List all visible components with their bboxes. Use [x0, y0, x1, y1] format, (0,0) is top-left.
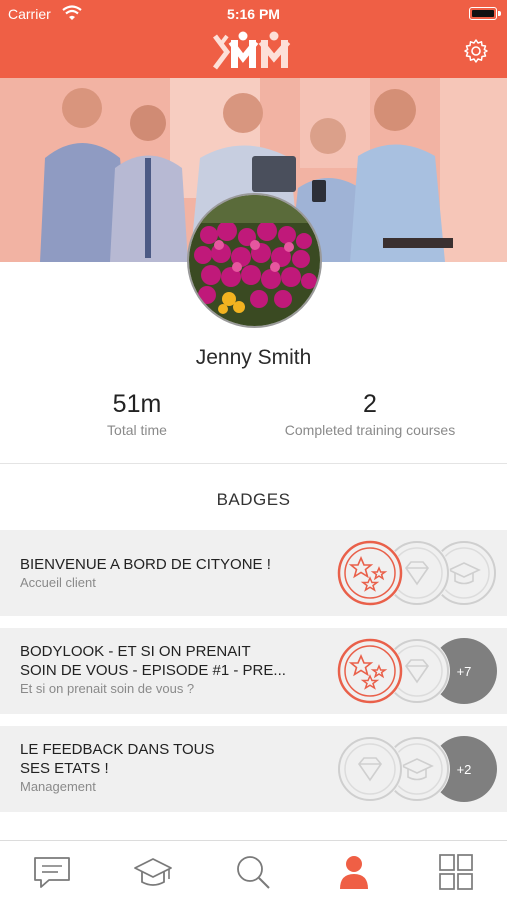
tab-courses[interactable]: [133, 853, 173, 891]
diamond-badge-icon: [337, 736, 403, 802]
profile-icon: [340, 856, 368, 889]
stars-badge-icon: [337, 638, 403, 704]
gear-icon[interactable]: [463, 38, 489, 64]
messages-icon: [34, 857, 70, 888]
courses-icon: [134, 858, 172, 886]
profile-name: Jenny Smith: [195, 346, 312, 369]
course-title-cont: SES ETATS !: [20, 760, 109, 777]
stat-total-time: 51m Total time: [80, 390, 194, 438]
divider: [0, 463, 507, 464]
grid-icon: [439, 854, 473, 890]
battery-icon: [469, 7, 501, 20]
tab-messages[interactable]: [32, 853, 72, 891]
stat-label: Completed training courses: [284, 422, 456, 438]
course-title: LE FEEDBACK DANS TOUS: [20, 741, 215, 758]
tab-grid[interactable]: [436, 853, 476, 891]
stars-badge-icon: [337, 540, 403, 606]
course-title: BODYLOOK - ET SI ON PRENAIT: [20, 643, 251, 660]
course-category: Accueil client: [20, 575, 96, 590]
course-title-cont: SOIN DE VOUS - EPISODE #1 - PRE...: [20, 662, 286, 679]
section-title: BADGES: [216, 490, 291, 509]
status-bar: Carrier 5:16 PM: [0, 0, 507, 28]
stat-value: 2: [363, 390, 377, 418]
tab-bar: [0, 840, 507, 900]
stat-value: 51m: [112, 390, 162, 418]
app-header: Carrier 5:16 PM: [0, 0, 507, 78]
list-item[interactable]: LE FEEDBACK DANS TOUS SES ETATS ! Manage…: [0, 726, 507, 812]
stat-completed-courses: 2 Completed training courses: [270, 390, 470, 438]
course-category: Et si on prenait soin de vous ?: [20, 681, 195, 696]
course-category: Management: [20, 779, 96, 794]
search-icon: [237, 856, 270, 889]
list-item[interactable]: BODYLOOK - ET SI ON PRENAIT SOIN DE VOUS…: [0, 628, 507, 714]
course-title: BIENVENUE A BORD DE CITYONE !: [20, 556, 271, 573]
tab-profile[interactable]: [334, 853, 374, 891]
stat-label: Total time: [107, 422, 167, 438]
clock: 5:16 PM: [227, 6, 280, 22]
kmm-logo: [213, 31, 291, 70]
list-item[interactable]: BIENVENUE A BORD DE CITYONE ! Accueil cl…: [0, 530, 507, 616]
tab-search[interactable]: [233, 853, 273, 891]
avatar[interactable]: [187, 193, 322, 328]
